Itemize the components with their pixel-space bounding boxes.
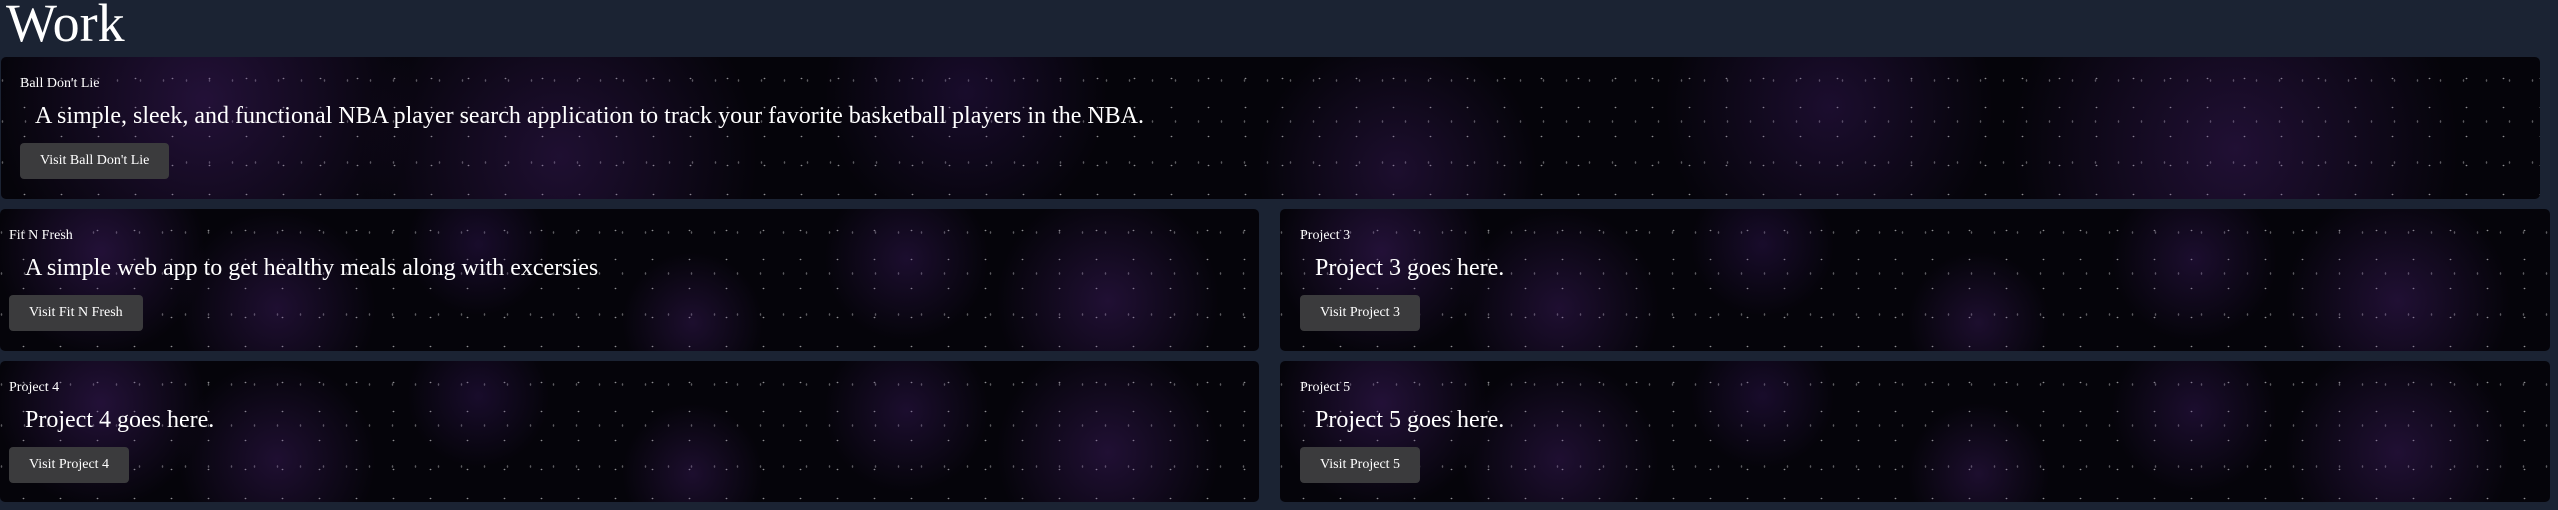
project-description: Project 3 goes here. xyxy=(1315,255,1505,281)
project-card-fit-n-fresh: Fit N Fresh A simple web app to get heal… xyxy=(0,209,1259,351)
project-card-project-4: Project 4 Project 4 goes here. Visit Pro… xyxy=(0,361,1259,502)
project-description: Project 5 goes here. xyxy=(1315,407,1505,433)
page-title: Work xyxy=(6,0,125,53)
project-title: Ball Don't Lie xyxy=(20,76,100,91)
project-card-ball-dont-lie: Ball Don't Lie A simple, sleek, and func… xyxy=(1,57,2540,199)
visit-ball-dont-lie-button[interactable]: Visit Ball Don't Lie xyxy=(20,143,170,179)
visit-fit-n-fresh-button[interactable]: Visit Fit N Fresh xyxy=(9,295,143,331)
project-description: Project 4 goes here. xyxy=(25,407,215,433)
project-card-project-5: Project 5 Project 5 goes here. Visit Pro… xyxy=(1280,361,2550,502)
project-title: Project 5 xyxy=(1300,380,1351,395)
visit-project-3-button[interactable]: Visit Project 3 xyxy=(1300,295,1421,331)
project-title: Fit N Fresh xyxy=(9,228,73,243)
visit-project-5-button[interactable]: Visit Project 5 xyxy=(1300,447,1421,483)
project-title: Project 4 xyxy=(9,380,60,395)
visit-project-4-button[interactable]: Visit Project 4 xyxy=(9,447,130,483)
project-title: Project 3 xyxy=(1300,228,1351,243)
project-description: A simple, sleek, and functional NBA play… xyxy=(35,103,1145,129)
project-description: A simple web app to get healthy meals al… xyxy=(25,255,599,281)
project-card-project-3: Project 3 Project 3 goes here. Visit Pro… xyxy=(1280,209,2550,351)
